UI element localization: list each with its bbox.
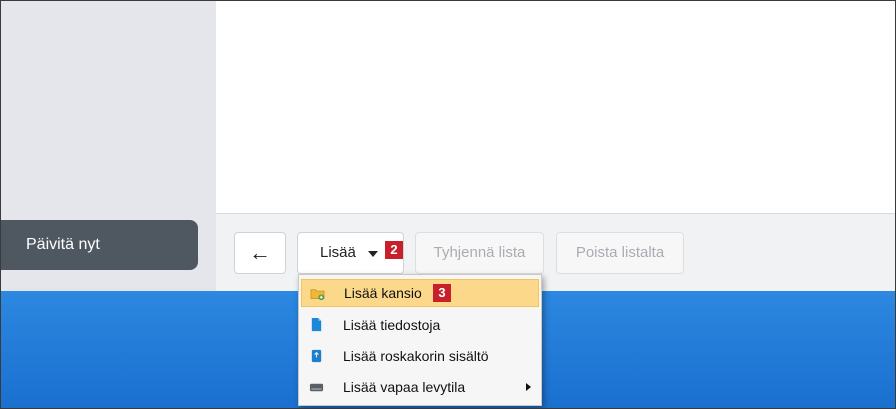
add-button-label: Lisää: [320, 244, 356, 261]
menu-item-add-files[interactable]: Lisää tiedostoja: [301, 311, 539, 339]
content-area: [216, 1, 895, 213]
menu-item-add-recycle-bin[interactable]: Lisää roskakorin sisältö: [301, 342, 539, 370]
remove-from-list-button[interactable]: Poista listalta: [556, 232, 684, 274]
folder-add-icon: [310, 289, 325, 301]
menu-item-label: Lisää vapaa levytila: [343, 379, 466, 395]
back-button[interactable]: ←: [234, 232, 286, 274]
drive-icon: [309, 383, 324, 392]
menu-item-label: Lisää tiedostoja: [343, 317, 441, 333]
add-dropdown-menu: Lisää kansio Lisää tiedostoja Lisää rosk…: [298, 274, 542, 406]
clear-list-button[interactable]: Tyhjennä lista: [415, 232, 544, 274]
update-now-button[interactable]: Päivitä nyt: [1, 220, 198, 270]
step-badge-2: 2: [385, 241, 403, 259]
menu-item-label: Lisää kansio: [344, 285, 422, 301]
step-badge-3: 3: [433, 284, 451, 302]
menu-item-label: Lisää roskakorin sisältö: [343, 348, 489, 364]
submenu-arrow-icon: [526, 383, 531, 391]
app-window: Päivitä nyt ← Lisää 2 Tyhjennä lista Poi…: [0, 0, 896, 409]
menu-item-add-folder[interactable]: Lisää kansio: [301, 279, 539, 307]
menu-item-add-free-space[interactable]: Lisää vapaa levytila: [301, 373, 539, 401]
file-icon: [311, 317, 322, 332]
recycle-bin-icon: [311, 349, 322, 363]
caret-down-icon: [368, 251, 378, 257]
back-arrow-icon: ←: [249, 240, 271, 265]
